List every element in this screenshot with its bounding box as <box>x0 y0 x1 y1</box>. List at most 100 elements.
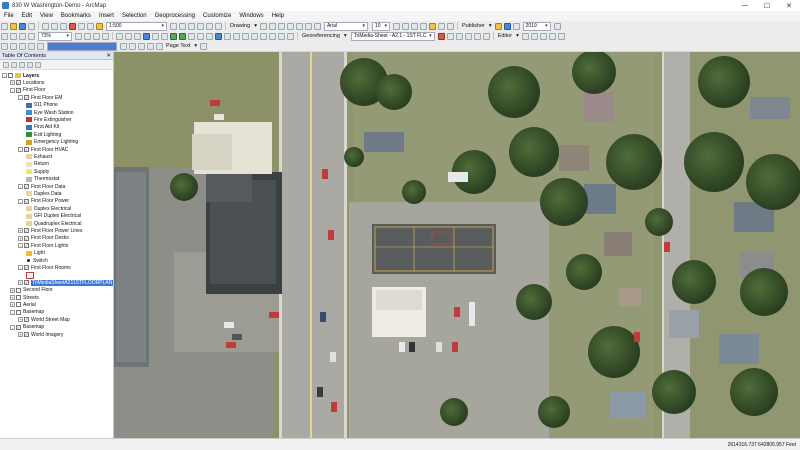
toc-row[interactable]: - ✓ First Floor Rooms <box>18 264 71 271</box>
toc-row[interactable]: + ✓ Locations <box>10 79 44 86</box>
full-extent-icon[interactable] <box>143 32 150 40</box>
save-icon[interactable] <box>19 22 26 30</box>
toc-row[interactable]: + Aerial <box>10 301 36 308</box>
font-color-icon[interactable] <box>419 22 427 30</box>
layer-label[interactable]: First Aid Kit <box>34 124 59 130</box>
toc-row[interactable]: + ✓ World Imagery <box>18 331 63 338</box>
find-route-icon[interactable] <box>260 32 267 40</box>
layer-label[interactable]: First Floor Desks <box>31 235 69 241</box>
layer-label[interactable]: First Floor Lights <box>31 243 68 249</box>
publisher-settings-icon[interactable] <box>494 22 502 30</box>
toc-row[interactable]: + Streets <box>10 294 39 301</box>
layer-label[interactable]: First Floor Power <box>31 198 69 204</box>
text-tool-icon[interactable] <box>156 42 163 50</box>
add-control-points-icon[interactable] <box>437 32 445 40</box>
layout-zoom-in-icon[interactable] <box>1 32 8 40</box>
brightness-icon[interactable] <box>37 42 44 50</box>
open-icon[interactable] <box>10 22 17 30</box>
list-by-selection-icon[interactable] <box>27 61 33 68</box>
change-layout-icon[interactable] <box>93 32 100 40</box>
toc-row[interactable]: - ✓ First Floor Data <box>18 183 65 190</box>
arctoolbox-icon[interactable] <box>206 22 213 30</box>
search-window-icon[interactable] <box>197 22 204 30</box>
menu-help[interactable]: Help <box>268 13 288 19</box>
toc-row[interactable]: - ✓ First Floor EM <box>18 94 62 101</box>
expand-toggle-icon[interactable]: - <box>18 243 23 249</box>
catalog-window-icon[interactable] <box>188 22 195 30</box>
publisher-publish-icon[interactable] <box>503 22 511 30</box>
select-text-icon[interactable] <box>129 42 136 50</box>
find-icon[interactable] <box>251 32 258 40</box>
layer-label[interactable]: Supply <box>34 169 49 175</box>
expand-toggle-icon[interactable]: + <box>18 235 23 241</box>
layer-label[interactable]: First Floor Power Lines <box>31 228 82 234</box>
edit-annotation-icon[interactable] <box>530 32 538 40</box>
line-color-icon[interactable] <box>437 22 445 30</box>
expand-toggle-icon[interactable]: - <box>2 73 7 78</box>
straight-segment-icon[interactable] <box>539 32 547 40</box>
undo-icon[interactable] <box>78 22 85 30</box>
expand-toggle-icon[interactable]: + <box>10 302 15 308</box>
layer-label[interactable]: Fire Extinguisher <box>34 117 72 123</box>
scale-georef-icon[interactable] <box>473 32 481 40</box>
cut-icon[interactable] <box>42 22 49 30</box>
font-size-combo[interactable]: 10 ▾ <box>371 21 390 31</box>
marker-color-icon[interactable] <box>446 22 454 30</box>
edit-vertices-icon[interactable] <box>304 22 312 30</box>
menu-geoprocessing[interactable]: Geoprocessing <box>151 13 199 19</box>
expand-toggle-icon[interactable]: + <box>18 228 23 234</box>
viewer-icon[interactable] <box>482 32 490 40</box>
toc-row[interactable]: - Basemap <box>10 309 44 316</box>
layer-label[interactable]: Second Floor <box>23 287 53 293</box>
html-popup-icon[interactable] <box>233 32 240 40</box>
redo-icon[interactable] <box>87 22 94 30</box>
layer-visibility-checkbox[interactable]: ✓ <box>24 332 29 337</box>
map-view[interactable] <box>114 52 800 438</box>
layer-label[interactable]: Layers <box>23 73 39 79</box>
swipe-layer-icon[interactable] <box>10 42 17 50</box>
delete-icon[interactable] <box>69 22 76 30</box>
fixed-zoom-in-icon[interactable] <box>152 32 159 40</box>
layer-label[interactable]: Duplex Data <box>34 191 62 197</box>
toc-row[interactable] <box>26 271 36 279</box>
menu-bookmarks[interactable]: Bookmarks <box>57 13 95 19</box>
toc-row[interactable]: + ✓ World Street Map <box>18 316 70 323</box>
copy-icon[interactable] <box>51 22 58 30</box>
toc-row[interactable]: - ✓ First Floor Lights <box>18 242 68 249</box>
page-text-menu[interactable]: Page Text <box>166 43 190 49</box>
layout-zoom-combo[interactable]: 73% ▾ <box>38 31 72 41</box>
layer-label[interactable]: Quadruplex Electrical <box>34 221 82 227</box>
layer-label[interactable]: GFI Duplex Electrical <box>34 213 81 219</box>
toc-row[interactable]: Emergency Lighting <box>26 139 78 146</box>
expand-toggle-icon[interactable]: + <box>10 80 15 86</box>
italic-icon[interactable] <box>401 22 409 30</box>
menu-windows[interactable]: Windows <box>235 13 267 19</box>
measure-icon[interactable] <box>242 32 249 40</box>
toc-row[interactable]: 911 Phone <box>26 102 58 109</box>
fixed-zoom-out-icon[interactable] <box>161 32 168 40</box>
go-to-xy-icon[interactable] <box>269 32 276 40</box>
toc-row[interactable]: Return <box>26 161 49 168</box>
layer-visibility-checkbox[interactable]: ✓ <box>24 317 29 323</box>
graphics-select-icon[interactable] <box>138 42 145 50</box>
toc-row[interactable]: - ✓ Basemap <box>10 324 44 331</box>
measure-dropdown-icon[interactable] <box>120 42 127 50</box>
layer-visibility-checkbox[interactable]: ✓ <box>24 228 29 234</box>
expand-toggle-icon[interactable]: - <box>10 309 15 315</box>
forward-extent-icon[interactable] <box>179 32 186 40</box>
layer-label[interactable]: TriMediaSheetA211STFLOORPLAN <box>31 279 114 286</box>
list-by-visibility-icon[interactable] <box>19 61 25 68</box>
toc-row[interactable]: - ✓ First Floor HVAC <box>18 146 68 153</box>
toc-row[interactable]: Switch <box>26 257 48 264</box>
shift-icon[interactable] <box>464 32 472 40</box>
list-by-source-icon[interactable] <box>11 61 17 68</box>
toc-row[interactable]: Duplex Electrical <box>26 205 71 212</box>
zoom-out-icon[interactable] <box>125 32 132 40</box>
toc-row[interactable]: Exit Lighting <box>26 131 61 138</box>
georef-layer-combo[interactable]: TriMedia-Sheet - A2.1 - 1ST FLC ▾ <box>350 31 435 41</box>
zoom-whole-page-icon[interactable] <box>28 32 35 40</box>
menu-file[interactable]: File <box>0 13 18 19</box>
publisher-menu[interactable]: Publisher <box>462 23 485 29</box>
view-link-table-icon[interactable] <box>446 32 454 40</box>
layer-visibility-checkbox[interactable]: ✓ <box>24 184 29 189</box>
